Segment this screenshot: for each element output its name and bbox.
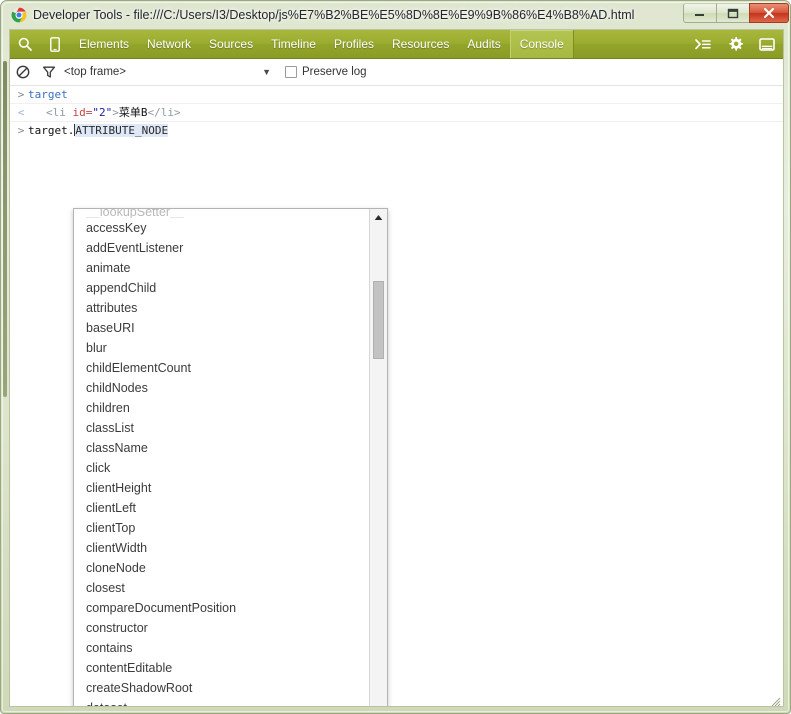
- settings-gear-icon[interactable]: [719, 30, 751, 58]
- list-item[interactable]: childElementCount: [74, 358, 370, 378]
- minimize-button[interactable]: [683, 3, 717, 23]
- filter-icon[interactable]: [36, 59, 62, 85]
- list-item[interactable]: accessKey: [74, 218, 370, 238]
- list-item[interactable]: classList: [74, 418, 370, 438]
- tab-elements[interactable]: Elements: [70, 30, 138, 58]
- toolbar-right-group: [687, 30, 783, 58]
- html-attr-name: id=: [72, 106, 93, 119]
- list-item[interactable]: animate: [74, 258, 370, 278]
- title-bar[interactable]: Developer Tools - file:///C:/Users/I3/De…: [1, 1, 791, 29]
- chrome-logo-icon: [11, 7, 27, 23]
- console-row: > target: [10, 86, 783, 104]
- tab-network[interactable]: Network: [138, 30, 200, 58]
- minimize-icon: [695, 14, 704, 16]
- list-item[interactable]: blur: [74, 338, 370, 358]
- list-item[interactable]: constructor: [74, 618, 370, 638]
- preserve-log-checkbox[interactable]: [285, 66, 297, 78]
- close-icon: [763, 7, 775, 19]
- list-item[interactable]: baseURI: [74, 318, 370, 338]
- frame-selector[interactable]: <top frame> ▼: [64, 66, 279, 78]
- scrollbar-thumb[interactable]: [373, 281, 384, 359]
- inspect-element-icon[interactable]: [10, 30, 40, 58]
- list-item[interactable]: dataset: [74, 698, 370, 706]
- list-item[interactable]: contains: [74, 638, 370, 658]
- console-prompt-input[interactable]: target.: [28, 124, 74, 137]
- autocomplete-popup[interactable]: __lookupSetter__ accessKey addEventListe…: [73, 208, 388, 706]
- maximize-button[interactable]: [716, 3, 750, 23]
- html-tag-open: <li: [46, 106, 73, 119]
- console-output[interactable]: > target < <li id="2">菜单B</li> > target.…: [10, 86, 783, 706]
- browser-window: Developer Tools - file:///C:/Users/I3/De…: [0, 0, 791, 714]
- list-item[interactable]: contentEditable: [74, 658, 370, 678]
- device-mode-icon[interactable]: [40, 30, 70, 58]
- list-item[interactable]: attributes: [74, 298, 370, 318]
- console-filter-bar: <top frame> ▼ Preserve log: [10, 59, 783, 86]
- html-text-node: 菜单B: [118, 106, 148, 119]
- tab-profiles[interactable]: Profiles: [325, 30, 383, 58]
- window-left-rail: [3, 61, 7, 397]
- resize-grip[interactable]: [771, 694, 781, 706]
- scroll-up-arrow-icon[interactable]: [370, 209, 387, 226]
- list-item[interactable]: clientHeight: [74, 478, 370, 498]
- devtools-toolbar: Elements Network Sources Timeline Profil…: [10, 30, 783, 59]
- html-attr-value: "2": [92, 106, 113, 119]
- console-prompt-row[interactable]: > target.ATTRIBUTE_NODE: [10, 122, 783, 140]
- list-item[interactable]: children: [74, 398, 370, 418]
- console-drawer-icon[interactable]: [687, 30, 719, 58]
- list-item[interactable]: className: [74, 438, 370, 458]
- list-item[interactable]: __lookupSetter__: [74, 209, 370, 218]
- preserve-log-toggle[interactable]: Preserve log: [285, 66, 367, 78]
- tab-timeline[interactable]: Timeline: [262, 30, 325, 58]
- console-output-marker: <: [17, 106, 25, 119]
- list-item[interactable]: closest: [74, 578, 370, 598]
- dock-side-icon[interactable]: [751, 30, 783, 58]
- chevron-down-icon: ▼: [262, 66, 271, 77]
- tab-resources[interactable]: Resources: [383, 30, 458, 58]
- list-item[interactable]: cloneNode: [74, 558, 370, 578]
- list-item[interactable]: clientWidth: [74, 538, 370, 558]
- list-item[interactable]: addEventListener: [74, 238, 370, 258]
- frame-selector-value: <top frame>: [64, 66, 127, 78]
- list-item[interactable]: appendChild: [74, 278, 370, 298]
- clear-console-icon[interactable]: [10, 59, 36, 85]
- console-prompt-marker: >: [17, 124, 25, 137]
- list-item[interactable]: click: [74, 458, 370, 478]
- html-tag-close-bracket: >: [112, 106, 119, 119]
- window-title: Developer Tools - file:///C:/Users/I3/De…: [33, 8, 635, 22]
- list-item[interactable]: compareDocumentPosition: [74, 598, 370, 618]
- autocomplete-scrollbar[interactable]: [369, 209, 387, 706]
- devtools-pane: Elements Network Sources Timeline Profil…: [9, 29, 784, 707]
- html-tag-end: </li>: [147, 106, 181, 119]
- close-button[interactable]: [749, 3, 789, 23]
- console-row: < <li id="2">菜单B</li>: [10, 104, 783, 122]
- tab-sources[interactable]: Sources: [200, 30, 262, 58]
- tab-audits[interactable]: Audits: [458, 30, 509, 58]
- preserve-log-label: Preserve log: [302, 66, 367, 78]
- console-expression: target: [28, 88, 68, 101]
- maximize-icon: [727, 8, 739, 18]
- tab-console[interactable]: Console: [509, 30, 574, 58]
- list-item[interactable]: childNodes: [74, 378, 370, 398]
- list-item[interactable]: clientLeft: [74, 498, 370, 518]
- console-input-marker: >: [17, 88, 25, 101]
- list-item[interactable]: createShadowRoot: [74, 678, 370, 698]
- autocomplete-list[interactable]: __lookupSetter__ accessKey addEventListe…: [74, 209, 370, 706]
- list-item[interactable]: clientTop: [74, 518, 370, 538]
- inline-autocomplete-suggestion: ATTRIBUTE_NODE: [75, 124, 169, 137]
